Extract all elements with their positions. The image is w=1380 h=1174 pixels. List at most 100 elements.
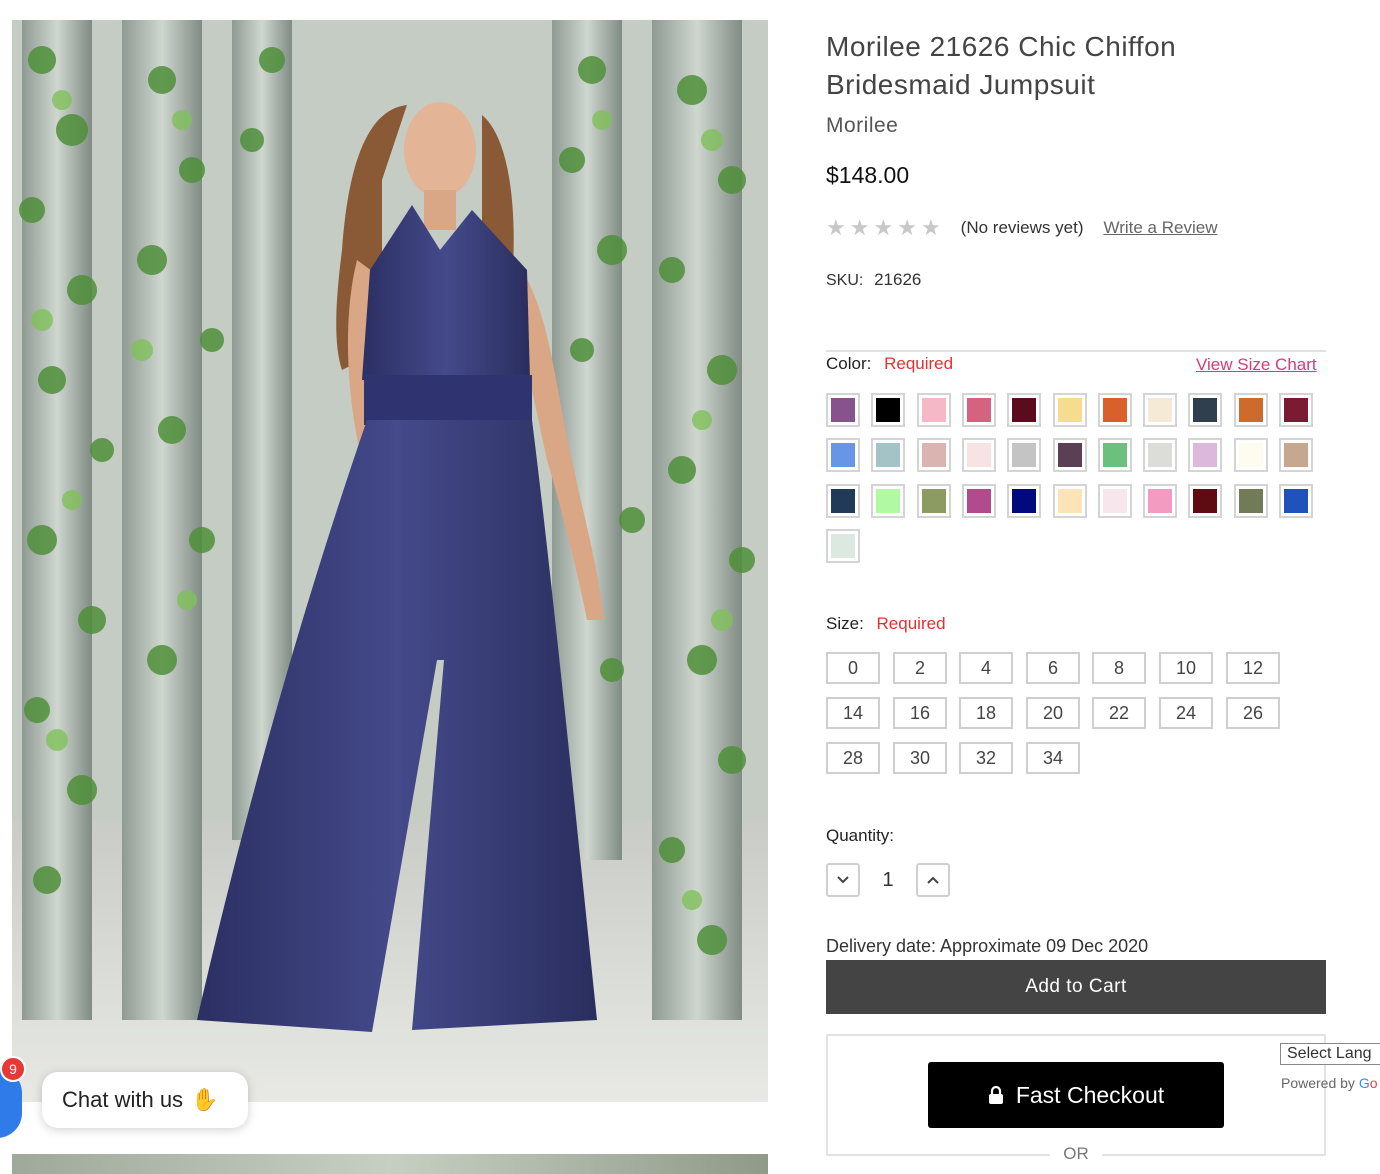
view-size-chart-link[interactable]: View Size Chart	[1196, 355, 1317, 375]
powered-by-google: Powered by Go	[1281, 1075, 1378, 1091]
color-swatch[interactable]	[871, 484, 905, 518]
divider	[826, 350, 1326, 352]
lock-icon	[988, 1085, 1003, 1104]
color-swatch[interactable]	[917, 393, 951, 427]
size-option-button[interactable]: 16	[893, 697, 947, 729]
quantity-increase-button[interactable]	[916, 863, 950, 897]
add-to-cart-button[interactable]: Add to Cart	[826, 960, 1326, 1014]
color-required: Required	[884, 354, 954, 373]
product-brand[interactable]: Morilee	[826, 114, 898, 138]
chevron-up-icon	[927, 876, 939, 884]
star-icon: ★	[849, 215, 870, 240]
size-option-button[interactable]: 30	[893, 742, 947, 774]
color-swatch[interactable]	[1279, 484, 1313, 518]
size-option-button[interactable]: 24	[1159, 697, 1213, 729]
sku-row: SKU: 21626	[826, 270, 921, 290]
color-swatch[interactable]	[1007, 484, 1041, 518]
size-option-button[interactable]: 32	[959, 742, 1013, 774]
color-swatch[interactable]	[1188, 484, 1222, 518]
sku-label: SKU:	[826, 272, 864, 289]
product-thumbnail-image[interactable]	[12, 1154, 768, 1174]
color-swatch[interactable]	[826, 529, 860, 563]
star-rating: ★ ★ ★ ★ ★	[826, 217, 941, 239]
size-option-button[interactable]: 0	[826, 652, 880, 684]
color-swatch[interactable]	[1098, 438, 1132, 472]
size-label: Size:	[826, 614, 864, 633]
color-swatch[interactable]	[1279, 438, 1313, 472]
delivery-date: Delivery date: Approximate 09 Dec 2020	[826, 936, 1149, 956]
size-option-button[interactable]: 28	[826, 742, 880, 774]
size-option-button[interactable]: 4	[959, 652, 1013, 684]
color-swatch[interactable]	[1234, 438, 1268, 472]
size-option-button[interactable]: 18	[959, 697, 1013, 729]
chat-label: Chat with us	[62, 1087, 184, 1112]
sku-value: 21626	[874, 270, 922, 289]
review-count: (No reviews yet)	[960, 218, 1084, 237]
language-select[interactable]: Select Lang	[1280, 1043, 1380, 1065]
product-photo	[12, 20, 768, 1102]
color-swatch[interactable]	[917, 484, 951, 518]
star-icon: ★	[826, 215, 846, 240]
color-swatch[interactable]	[1053, 438, 1087, 472]
color-swatch[interactable]	[1234, 393, 1268, 427]
color-swatch[interactable]	[1143, 393, 1177, 427]
color-swatch[interactable]	[962, 484, 996, 518]
color-swatch[interactable]	[1279, 393, 1313, 427]
color-swatch[interactable]	[1053, 484, 1087, 518]
size-label-row: Size: Required	[826, 614, 946, 634]
color-swatch[interactable]	[1098, 393, 1132, 427]
color-label: Color:	[826, 354, 872, 373]
color-swatch[interactable]	[826, 393, 860, 427]
color-swatch[interactable]	[1234, 484, 1268, 518]
or-divider: OR	[1050, 1144, 1102, 1164]
google-logo-g: G	[1358, 1075, 1370, 1091]
color-swatch[interactable]	[917, 438, 951, 472]
color-label-row: Color: Required	[826, 354, 953, 374]
color-swatch[interactable]	[1007, 438, 1041, 472]
powered-by-label: Powered by	[1281, 1075, 1355, 1091]
size-required: Required	[876, 614, 946, 633]
waving-hand-icon: ✋	[191, 1087, 219, 1112]
color-swatch[interactable]	[962, 393, 996, 427]
size-option-button[interactable]: 22	[1092, 697, 1146, 729]
product-title: Morilee 21626 Chic Chiffon Bridesmaid Ju…	[826, 31, 1177, 100]
product-main-image[interactable]	[12, 20, 768, 1102]
color-swatch[interactable]	[871, 393, 905, 427]
size-option-button[interactable]: 34	[1026, 742, 1080, 774]
quantity-input[interactable]	[860, 867, 916, 893]
size-option-button[interactable]: 26	[1226, 697, 1280, 729]
chat-with-us-bubble[interactable]: Chat with us ✋	[42, 1072, 248, 1128]
size-option-button[interactable]: 14	[826, 697, 880, 729]
color-swatch[interactable]	[1143, 438, 1177, 472]
color-swatch[interactable]	[1188, 438, 1222, 472]
quantity-stepper	[826, 863, 950, 897]
fast-checkout-label: Fast Checkout	[1015, 1081, 1165, 1108]
quantity-decrease-button[interactable]	[826, 863, 860, 897]
size-option-button[interactable]: 6	[1026, 652, 1080, 684]
color-swatch[interactable]	[871, 438, 905, 472]
color-swatch[interactable]	[962, 438, 996, 472]
size-option-button[interactable]: 20	[1026, 697, 1080, 729]
rating-row: ★ ★ ★ ★ ★ (No reviews yet) Write a Revie…	[826, 214, 1217, 242]
star-icon: ★	[897, 215, 917, 240]
size-option-button[interactable]: 2	[893, 652, 947, 684]
fast-checkout-button[interactable]: Fast Checkout	[928, 1062, 1224, 1128]
color-swatch[interactable]	[826, 438, 860, 472]
size-option-button[interactable]: 8	[1092, 652, 1146, 684]
color-swatch[interactable]	[1188, 393, 1222, 427]
chevron-down-icon	[837, 876, 849, 884]
size-option-button[interactable]: 12	[1226, 652, 1280, 684]
quantity-label: Quantity:	[826, 826, 895, 845]
star-icon: ★	[920, 215, 941, 240]
color-swatch[interactable]	[1098, 484, 1132, 518]
color-swatch[interactable]	[1143, 484, 1177, 518]
chat-notification-badge: 9	[0, 1056, 26, 1082]
color-swatch[interactable]	[1053, 393, 1087, 427]
star-icon: ★	[873, 215, 894, 240]
write-review-link[interactable]: Write a Review	[1103, 218, 1217, 238]
color-swatch[interactable]	[826, 484, 860, 518]
size-option-button[interactable]: 10	[1159, 652, 1213, 684]
google-logo-o: o	[1369, 1075, 1378, 1091]
product-price: $148.00	[826, 162, 910, 188]
color-swatch[interactable]	[1007, 393, 1041, 427]
